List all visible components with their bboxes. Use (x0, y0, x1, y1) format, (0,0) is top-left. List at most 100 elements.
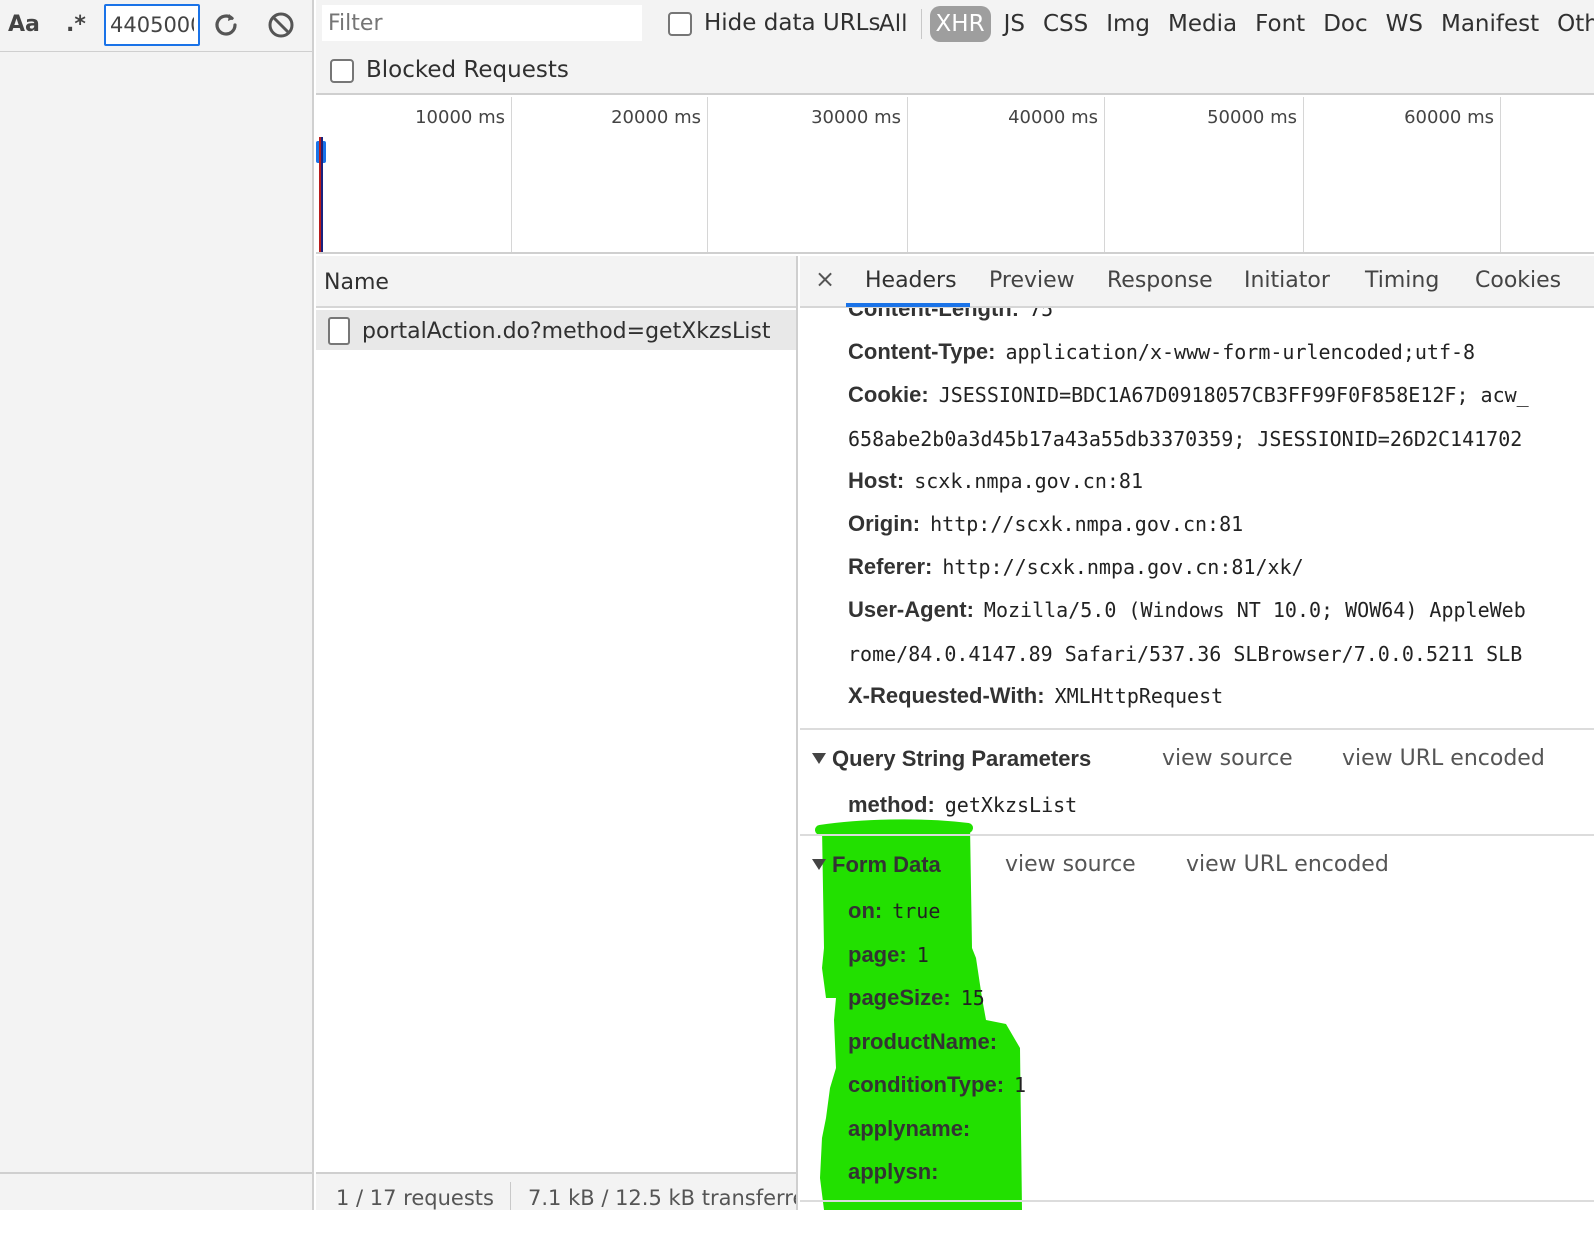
timeline-tick: 30000 ms (708, 97, 908, 252)
header-row: Referer: http://scxk.nmpa.gov.cn:81/xk/ (848, 554, 1304, 580)
type-filter-xhr[interactable]: XHR (929, 6, 991, 42)
collapse-triangle-icon[interactable] (812, 753, 826, 764)
header-value: application/x-www-form-urlencoded;utf-8 (1005, 340, 1476, 364)
header-name: Content-Type: (848, 339, 996, 364)
clear-search-icon[interactable] (266, 10, 296, 40)
param-row: productName: (848, 1029, 1007, 1055)
header-name: Referer: (848, 554, 933, 579)
details-tabbar: × Headers Preview Response Initiator Timing C… (800, 256, 1594, 308)
request-list: Name portalAction.do?method=getXkzsList … (316, 256, 798, 1210)
param-value: true (892, 899, 941, 923)
type-filter-other[interactable]: Other (1552, 7, 1594, 41)
request-name: portalAction.do?method=getXkzsList (362, 319, 771, 344)
header-name: Host: (848, 468, 905, 493)
headers-view: Content-Length: 75 Content-Type: applicatio… (800, 308, 1594, 1210)
document-icon (328, 317, 350, 345)
request-list-header: Name (316, 256, 796, 308)
tab-headers[interactable]: Headers (865, 268, 957, 293)
section-title[interactable]: Query String Parameters (812, 746, 1091, 772)
param-name: method: (848, 792, 935, 817)
timeline-tick-label: 40000 ms (1008, 107, 1098, 128)
tab-response[interactable]: Response (1107, 268, 1213, 293)
match-case-toggle[interactable]: Aa (8, 12, 40, 37)
filter-input[interactable] (322, 5, 642, 41)
search-panel: Aa .* (0, 0, 314, 1210)
param-name: productName: (848, 1028, 998, 1054)
param-row: applysn: (848, 1159, 948, 1185)
param-row: applyname: (848, 1116, 980, 1142)
header-row: Cookie: JSESSIONID=BDC1A67D0918057CB3FF99… (848, 382, 1529, 408)
header-value: JSESSIONID=BDC1A67D0918057CB3FF99F0F858E… (938, 383, 1529, 407)
header-value: 75 (1029, 308, 1054, 321)
filter-toolbar: Hide data URLs All XHRJSCSSImgMediaFontDo… (316, 0, 1594, 95)
param-row: conditionType: 1 (848, 1072, 1026, 1098)
section-title-text: Query String Parameters (832, 746, 1092, 771)
type-filter-css[interactable]: CSS (1038, 7, 1093, 41)
header-name: Cookie: (848, 382, 929, 407)
view-source-link[interactable]: view source (1162, 746, 1293, 771)
close-icon[interactable]: × (812, 266, 838, 292)
timeline-overview[interactable]: 10000 ms 20000 ms 30000 ms 40000 ms 50000 ms… (316, 97, 1594, 254)
header-value-continued: 658abe2b0a3d45b17a43a55db3370359; JSESSI… (848, 427, 1523, 451)
type-filter-doc[interactable]: Doc (1318, 7, 1372, 41)
header-row: Content-Length: 75 (848, 308, 1053, 322)
type-filter-manifest[interactable]: Manifest (1436, 7, 1544, 41)
timeline-tick: 20000 ms (512, 97, 708, 252)
param-name: pageSize: (848, 985, 951, 1010)
header-value: http://scxk.nmpa.gov.cn:81/xk/ (942, 555, 1304, 579)
regex-toggle[interactable]: .* (66, 12, 86, 37)
header-row: Origin: http://scxk.nmpa.gov.cn:81 (848, 511, 1243, 537)
param-value: getXkzsList (944, 793, 1078, 817)
header-value: XMLHttpRequest (1054, 684, 1224, 708)
search-input[interactable] (104, 4, 200, 46)
type-filter-img[interactable]: Img (1101, 7, 1155, 41)
tab-cookies[interactable]: Cookies (1475, 268, 1561, 293)
param-row: page: 1 (848, 942, 929, 968)
type-filter-all[interactable]: All (874, 7, 913, 41)
column-header-name[interactable]: Name (324, 270, 389, 295)
search-bar: Aa .* (0, 0, 312, 52)
type-filter-font[interactable]: Font (1250, 7, 1310, 41)
timeline-tick-label: 50000 ms (1207, 107, 1297, 128)
timeline-tick: 60000 ms (1304, 97, 1501, 252)
section-divider (800, 1200, 1594, 1202)
type-filter-js[interactable]: JS (999, 7, 1030, 41)
active-tab-indicator (846, 303, 970, 307)
param-value: 1 (1014, 1073, 1027, 1097)
type-filter-ws[interactable]: WS (1381, 7, 1428, 41)
transfer-size: 7.1 kB / 12.5 kB transferred (528, 1186, 796, 1210)
refresh-icon[interactable] (211, 10, 241, 40)
section-title[interactable]: Form Data (812, 852, 941, 878)
param-value: 15 (960, 986, 985, 1010)
param-value: 1 (916, 942, 929, 967)
hide-data-urls-checkbox[interactable] (668, 12, 692, 36)
blocked-requests-checkbox[interactable] (330, 59, 354, 83)
tab-preview[interactable]: Preview (989, 268, 1075, 293)
param-name: conditionType: (848, 1072, 1005, 1097)
tab-initiator[interactable]: Initiator (1244, 268, 1330, 293)
timeline-tick: 50000 ms (1105, 97, 1304, 252)
view-url-encoded-link[interactable]: view URL encoded (1186, 852, 1389, 877)
hide-data-urls-label: Hide data URLs (704, 10, 881, 36)
header-name: Origin: (848, 511, 921, 536)
request-details-panel: × Headers Preview Response Initiator Timing C… (800, 256, 1594, 1210)
header-row: X-Requested-With: XMLHttpRequest (848, 683, 1223, 709)
collapse-triangle-icon[interactable] (812, 859, 826, 870)
view-url-encoded-link[interactable]: view URL encoded (1342, 746, 1545, 771)
type-filter-separator (920, 9, 922, 39)
blocked-requests-label: Blocked Requests (366, 57, 569, 83)
param-row: pageSize: 15 (848, 985, 985, 1011)
timeline-tick-label: 30000 ms (811, 107, 901, 128)
type-filter-media[interactable]: Media (1163, 7, 1242, 41)
header-name: Content-Length: (848, 308, 1020, 321)
param-row: on: true (848, 898, 940, 924)
status-separator (510, 1182, 511, 1210)
section-divider (800, 728, 1594, 730)
section-title-text: Form Data (832, 852, 941, 877)
request-row[interactable]: portalAction.do?method=getXkzsList (316, 310, 796, 350)
network-status-bar: 1 / 17 requests 7.1 kB / 12.5 kB transfe… (316, 1172, 796, 1210)
view-source-link[interactable]: view source (1005, 852, 1136, 877)
param-name: applysn: (848, 1159, 939, 1184)
tab-timing[interactable]: Timing (1365, 268, 1439, 293)
search-panel-footer (0, 1172, 312, 1210)
